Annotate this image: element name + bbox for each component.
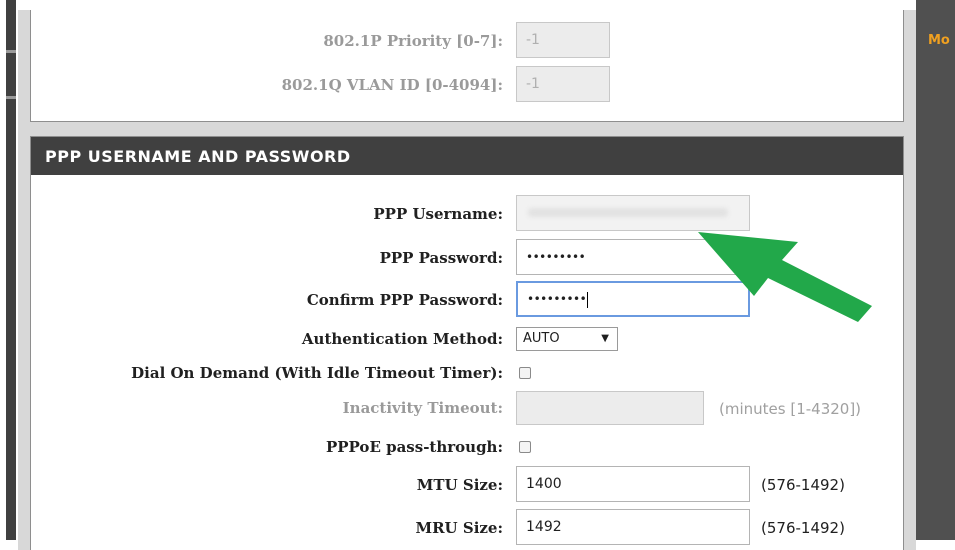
ppp-password-label: PPP Password:: [379, 249, 503, 267]
priority-input[interactable]: -1: [516, 22, 610, 58]
confirm-password-value: •••••••••: [527, 292, 587, 306]
vlan-panel: 802.1P Priority [0-7]: -1 802.1Q VLAN ID…: [30, 10, 904, 122]
left-rail-divider: [6, 50, 16, 53]
mru-size-label: MRU Size:: [415, 519, 503, 537]
auth-method-value: AUTO: [523, 331, 560, 346]
inactivity-timeout-input[interactable]: [516, 391, 704, 425]
section-title: PPP USERNAME AND PASSWORD: [31, 137, 903, 175]
dropdown-arrow-icon: ▼: [601, 333, 609, 344]
auth-method-label: Authentication Method:: [301, 330, 503, 348]
inactivity-timeout-label: Inactivity Timeout:: [342, 399, 503, 417]
inactivity-timeout-hint: (minutes [1-4320]): [719, 400, 862, 418]
username-blurred-text: [528, 208, 728, 217]
pppoe-pass-through-checkbox[interactable]: [519, 441, 531, 453]
more-link[interactable]: Mo: [928, 33, 950, 48]
text-cursor: [587, 291, 589, 308]
pppoe-pass-through-label: PPPoE pass-through:: [326, 438, 503, 456]
mtu-size-label: MTU Size:: [416, 476, 503, 494]
ppp-username-label: PPP Username:: [373, 205, 503, 223]
vlan-id-label: 802.1Q VLAN ID [0-4094]:: [281, 76, 503, 94]
mtu-size-hint: (576-1492): [761, 476, 845, 494]
right-sidebar: Mo: [916, 0, 955, 540]
dial-on-demand-checkbox[interactable]: [519, 367, 531, 379]
mtu-size-input[interactable]: 1400: [516, 466, 750, 502]
left-rail-bar: [6, 0, 16, 540]
mru-size-hint: (576-1492): [761, 519, 845, 537]
auth-method-select[interactable]: AUTO ▼: [516, 327, 618, 351]
left-rail: [0, 0, 18, 540]
confirm-password-label: Confirm PPP Password:: [306, 291, 503, 309]
vlan-id-input[interactable]: -1: [516, 66, 610, 102]
ppp-panel: PPP USERNAME AND PASSWORD PPP Username: …: [30, 136, 904, 550]
dial-on-demand-label: Dial On Demand (With Idle Timeout Timer)…: [131, 364, 503, 382]
priority-label: 802.1P Priority [0-7]:: [323, 32, 503, 50]
left-rail-divider: [6, 96, 16, 99]
green-arrow-icon: [698, 232, 872, 322]
